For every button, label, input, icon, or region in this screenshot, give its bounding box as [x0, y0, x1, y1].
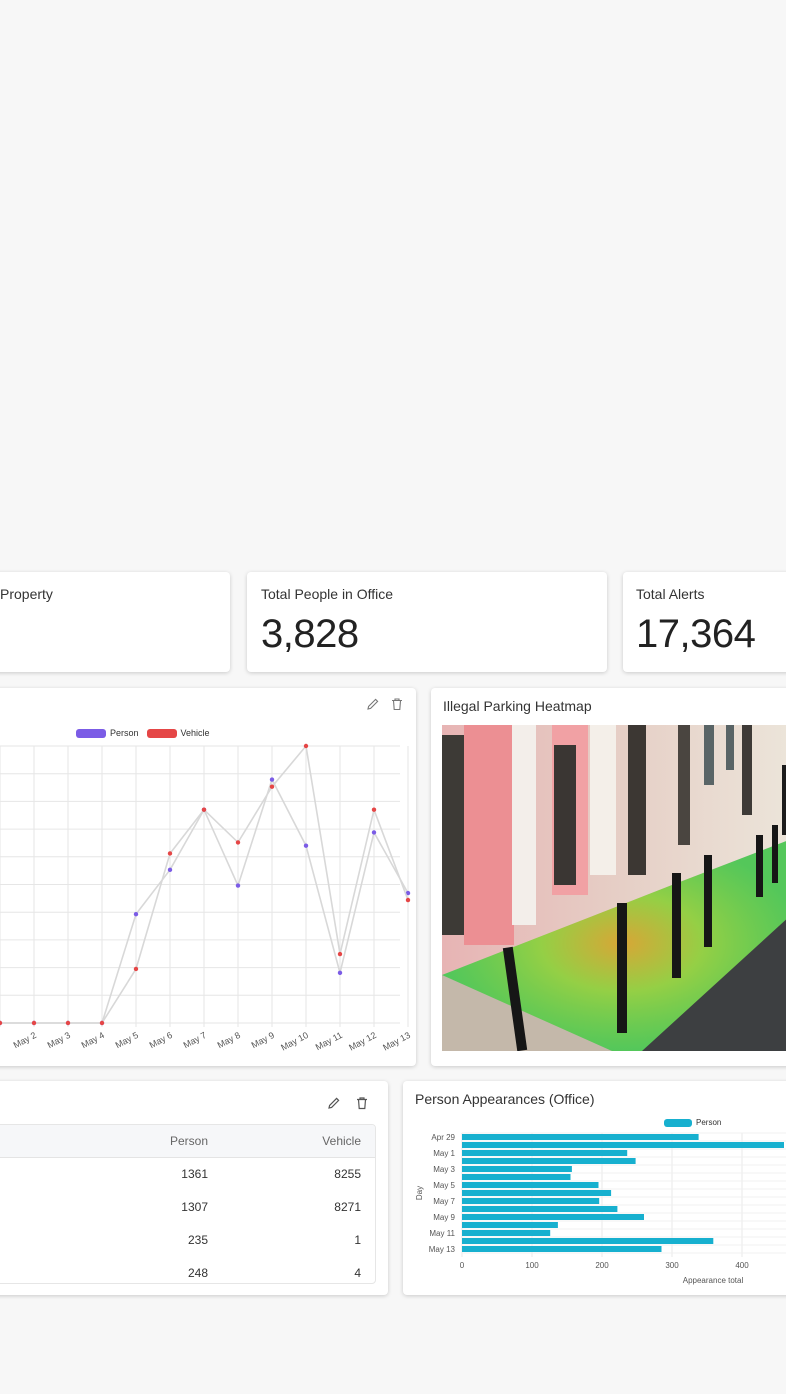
table-row[interactable]: 248 4: [0, 1256, 375, 1283]
data-point-person[interactable]: [235, 883, 241, 888]
y-tick-label: May 1: [433, 1149, 455, 1158]
x-tick-label: 100: [525, 1261, 539, 1270]
x-tick-label: 400: [735, 1261, 749, 1270]
data-point-person[interactable]: [269, 777, 275, 782]
stat-value: 17,364: [636, 612, 756, 656]
x-tick-label: 0: [460, 1261, 465, 1270]
x-tick-label: May 3: [46, 1030, 72, 1050]
heatmap-title: Illegal Parking Heatmap: [443, 698, 592, 714]
y-tick-label: May 3: [433, 1165, 455, 1174]
x-axis-label: Appearance total: [683, 1276, 744, 1285]
bar[interactable]: [462, 1142, 784, 1148]
x-tick-label: May 12: [347, 1030, 378, 1053]
column-header-person[interactable]: Person: [0, 1125, 218, 1158]
data-point-vehicle[interactable]: [235, 840, 241, 845]
stat-label: Total People in Office: [261, 586, 394, 602]
bar[interactable]: [462, 1134, 699, 1140]
table-row[interactable]: 1361 8255: [0, 1157, 375, 1190]
x-tick-label: May 9: [250, 1030, 276, 1050]
y-tick-label: May 5: [433, 1181, 455, 1190]
bar[interactable]: [462, 1190, 612, 1196]
pencil-icon[interactable]: [326, 1095, 342, 1111]
bar[interactable]: [462, 1182, 599, 1188]
heatmap-image: [442, 725, 786, 1051]
x-tick-label: May 10: [279, 1030, 310, 1053]
heatmap-card: Illegal Parking Heatmap: [431, 688, 786, 1066]
stat-label: Total Alerts: [636, 586, 705, 602]
data-point-vehicle[interactable]: [0, 1020, 3, 1026]
bar[interactable]: [462, 1246, 662, 1252]
y-tick-label: May 7: [433, 1197, 455, 1206]
stat-value: 3,828: [261, 612, 359, 656]
bar[interactable]: [462, 1222, 558, 1228]
y-tick-label: May 13: [429, 1245, 456, 1254]
bar[interactable]: [462, 1238, 714, 1244]
bar-chart: 0 100 200 300 400 Apr 29 May 1 May 3 May 5 May 7 M…: [415, 1132, 786, 1285]
stat-card-people-in-office: Total People in Office 3,828: [247, 572, 607, 672]
data-point-vehicle[interactable]: [65, 1020, 71, 1026]
data-point-vehicle[interactable]: [303, 743, 309, 749]
y-tick-label: May 11: [429, 1229, 455, 1238]
stat-label: Property: [0, 586, 53, 602]
data-point-person[interactable]: [371, 830, 377, 835]
y-tick-label: May 9: [433, 1213, 455, 1222]
column-header-vehicle[interactable]: Vehicle: [218, 1125, 375, 1158]
data-point-vehicle[interactable]: [133, 966, 139, 972]
table-row[interactable]: 1307 8271: [0, 1190, 375, 1223]
data-point-person[interactable]: [167, 867, 173, 873]
trash-icon[interactable]: [354, 1095, 370, 1111]
bar[interactable]: [462, 1206, 618, 1212]
bar[interactable]: [462, 1230, 551, 1236]
bar[interactable]: [462, 1198, 600, 1204]
x-tick-label: May 2: [12, 1030, 38, 1050]
data-point-person[interactable]: [303, 843, 309, 848]
data-point-vehicle[interactable]: [31, 1020, 37, 1026]
grid: [0, 745, 409, 1027]
x-tick-label: 200: [595, 1261, 609, 1270]
bar[interactable]: [462, 1214, 644, 1220]
data-point-vehicle[interactable]: [167, 851, 173, 856]
x-tick-label: 300: [665, 1261, 679, 1270]
x-tick-label: May 8: [216, 1030, 242, 1050]
x-tick-label: May 6: [148, 1030, 174, 1050]
x-tick-label: May 4: [80, 1030, 106, 1050]
data-point-vehicle[interactable]: [99, 1020, 105, 1026]
bar[interactable]: [462, 1150, 628, 1156]
bar[interactable]: [462, 1158, 636, 1164]
x-tick-label: May 7: [182, 1030, 208, 1050]
line-chart: May 2 May 3 May 4 May 5 May 6 May 7 May 8 May 9…: [0, 743, 412, 1053]
x-tick-label: May 13: [381, 1030, 412, 1053]
data-point-person[interactable]: [133, 911, 139, 917]
line-chart-card: Person Vehicle May 2 May 3 May 4 May 5 May 6…: [0, 688, 416, 1066]
x-tick-label: May 5: [114, 1030, 140, 1050]
table-row[interactable]: 235 1: [0, 1223, 375, 1256]
y-axis-label: Day: [415, 1186, 424, 1200]
data-point-person[interactable]: [337, 970, 343, 976]
data-point-vehicle[interactable]: [269, 784, 275, 789]
stat-card-property: Property 0: [0, 572, 230, 672]
table-card: Person Vehicle 1361 8255 1307 8271 235 1: [0, 1081, 388, 1295]
x-tick-label: May 11: [314, 1030, 344, 1052]
y-tick-label: Apr 29: [431, 1133, 455, 1142]
data-table-wrapper: Person Vehicle 1361 8255 1307 8271 235 1: [0, 1124, 376, 1284]
bar-chart-card: Person Appearances (Office) Person 0 100 2…: [403, 1081, 786, 1295]
data-point-vehicle[interactable]: [201, 807, 207, 812]
table-header-row: Person Vehicle: [0, 1125, 375, 1158]
data-point-vehicle[interactable]: [405, 897, 411, 903]
data-table: Person Vehicle 1361 8255 1307 8271 235 1: [0, 1125, 375, 1283]
data-point-vehicle[interactable]: [371, 807, 377, 812]
data-point-vehicle[interactable]: [337, 951, 343, 957]
bar[interactable]: [462, 1174, 571, 1180]
stat-card-total-alerts: Total Alerts 17,364: [623, 572, 786, 672]
bar[interactable]: [462, 1166, 572, 1172]
